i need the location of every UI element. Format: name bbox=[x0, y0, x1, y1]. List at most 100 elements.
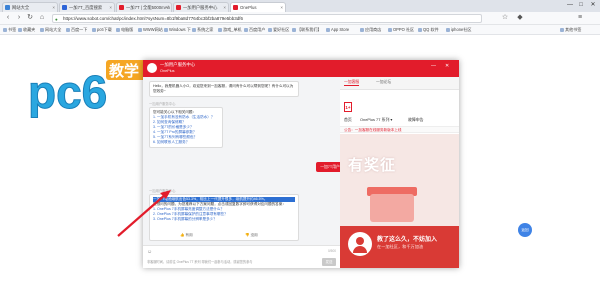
nav-report[interactable]: 故障申告 bbox=[408, 117, 424, 123]
close-icon[interactable]: ✕ bbox=[445, 63, 449, 69]
oneplus-favicon-icon bbox=[119, 5, 124, 10]
bookmark-item[interactable]: WWW网站 bbox=[138, 26, 163, 34]
char-count: 0/500 bbox=[328, 249, 336, 253]
back-icon[interactable]: ‹ bbox=[3, 13, 13, 23]
bookmark-item[interactable]: 应用商店 bbox=[360, 26, 381, 34]
back-to-top-button[interactable]: 返回 bbox=[518, 223, 532, 237]
tab-site-directory[interactable]: 网站大全 × bbox=[2, 2, 58, 12]
tab-oneplus-7t[interactable]: 一加7T | 全能5000mAh × bbox=[116, 2, 172, 12]
chat-title: 一加用户服务中心 bbox=[160, 62, 196, 67]
useful-button[interactable]: 👍 有用 bbox=[180, 233, 193, 238]
promo-banner[interactable]: 有奖征 教了这么久，不妨加入 在一加社区，和千万加油 bbox=[340, 134, 459, 268]
baidu-favicon-icon bbox=[62, 5, 67, 10]
menu-icon[interactable]: ≡ bbox=[575, 13, 585, 23]
side-tabs: 一加客服 一加论坛 bbox=[340, 77, 459, 90]
bookmark-item[interactable]: QQ 软件 bbox=[418, 26, 439, 34]
star-icon[interactable]: ☆ bbox=[500, 13, 510, 23]
answer-message: 一加7T电池续航出色53.3%，相比上一代提升很多，续航提升约46.5%。 您想… bbox=[149, 194, 299, 241]
sender-label: 一加用户服务中心 bbox=[149, 102, 176, 106]
home-icon[interactable]: ⌂ bbox=[37, 13, 47, 23]
nav-oneplus-7t[interactable]: OnePlus 7T 系列 ▾ bbox=[360, 117, 392, 123]
faq-message: 您可能关心以下相关问题： 1. 一加手机有没有防水（生活防水）？ 2. 如何查询… bbox=[149, 107, 223, 148]
bookmark-item[interactable]: 百度用户 bbox=[244, 26, 265, 34]
gift-box bbox=[370, 194, 414, 222]
bookmark-item[interactable]: App Store bbox=[326, 26, 349, 34]
chat-input-placeholder: 非客服时间，请前往 OnePlus 7T 系列 帮我们一起参与活动，感谢您的参与 bbox=[147, 260, 253, 264]
close-icon[interactable]: × bbox=[52, 3, 55, 12]
browser-window: 网站大全 × 一加7T_百度搜索 × 一加7T | 全能5000mAh × 一加… bbox=[0, 0, 600, 298]
user-message: 一加7T用户 bbox=[316, 162, 340, 172]
tab-label: 一加7T_百度搜索 bbox=[69, 5, 103, 10]
close-icon[interactable]: × bbox=[109, 3, 112, 12]
tab-label: 网站大全 bbox=[12, 5, 30, 10]
useless-label: 没用 bbox=[250, 233, 258, 237]
url-text: https://www.sobot.com/chat/pc/index.html… bbox=[63, 16, 243, 21]
chat-window: 一加用户服务中心 OnePlus — ✕ Hello，我是机器人小O，欢迎您来到… bbox=[143, 60, 459, 268]
avatar bbox=[147, 63, 157, 73]
minimize-button[interactable]: — bbox=[565, 1, 575, 10]
oneplus-logo: 1+ bbox=[344, 102, 352, 112]
forward-icon[interactable]: › bbox=[14, 13, 24, 23]
bookmark-item[interactable]: pc6下载 bbox=[92, 26, 112, 34]
bookmark-item[interactable]: 书签 bbox=[3, 26, 16, 34]
bookmarks-bar: 书签 收藏夹 网站大全 百度一下 pc6下载 电脑版 WWW网站 Windows… bbox=[0, 25, 600, 35]
bookmark-item[interactable]: 其他书签 bbox=[560, 26, 581, 34]
nav-home[interactable]: 首页 bbox=[344, 117, 352, 123]
minimize-icon[interactable]: — bbox=[431, 63, 436, 69]
tab-oneplus[interactable]: OnePlus × bbox=[230, 2, 286, 12]
banner-subtitle: 在一加社区，和千万加油 bbox=[377, 244, 424, 249]
maximize-button[interactable]: □ bbox=[576, 1, 586, 10]
send-button[interactable]: 发送 bbox=[322, 258, 336, 266]
bookmark-item[interactable]: 收藏夹 bbox=[18, 26, 35, 34]
bookmark-item[interactable]: Windows 下 bbox=[164, 26, 191, 34]
side-panel: 一加客服 一加论坛 1+ 首页 OnePlus 7T 系列 ▾ 故障申告 公告：… bbox=[340, 77, 459, 268]
emoji-icon[interactable]: ☺ bbox=[147, 249, 152, 255]
logo-badge-text: 教学 bbox=[108, 62, 139, 80]
close-icon[interactable]: × bbox=[166, 3, 169, 12]
bookmark-item[interactable]: 网站大全 bbox=[40, 26, 61, 34]
answer-link[interactable]: 3. OnePlus 7手机屏幕的分辨率是多少？ bbox=[153, 217, 295, 222]
address-bar: ‹ › ↻ ⌂ ● https://www.sobot.com/chat/pc/… bbox=[0, 12, 600, 25]
reload-icon[interactable]: ↻ bbox=[25, 13, 35, 23]
bookmark-item[interactable]: 【联系我们】 bbox=[292, 26, 322, 34]
message-list[interactable]: Hello，我是机器人小O，欢迎您来到一加客服，请问有什么可以帮到您呢？有什么可… bbox=[143, 77, 340, 245]
tab-customer-service[interactable]: 一加客服 bbox=[344, 80, 360, 86]
extension-icon[interactable]: ◆ bbox=[515, 13, 525, 23]
bookmark-item[interactable]: iphone社区 bbox=[446, 26, 471, 34]
tab-service-center[interactable]: 一加用户服务中心 × bbox=[173, 2, 229, 12]
oneplus-favicon-icon bbox=[176, 5, 181, 10]
useless-button[interactable]: 👎 没用 bbox=[245, 233, 258, 238]
chat-input-area[interactable]: ☺ 0/500 非客服时间，请前往 OnePlus 7T 系列 帮我们一起参与活… bbox=[143, 245, 340, 268]
notice-bar[interactable]: 公告：一加客服在线服务新版本上线 bbox=[340, 126, 459, 133]
bookmark-item[interactable]: 爱好社区 bbox=[268, 26, 289, 34]
tab-bar: 网站大全 × 一加7T_百度搜索 × 一加7T | 全能5000mAh × 一加… bbox=[0, 0, 600, 12]
tab-forum[interactable]: 一加论坛 bbox=[376, 80, 391, 85]
close-icon[interactable]: × bbox=[223, 3, 226, 12]
banner-headline: 有奖征 bbox=[348, 157, 397, 174]
banner-title: 教了这么久，不妨加入 bbox=[377, 237, 438, 243]
close-window-button[interactable]: ✕ bbox=[588, 1, 598, 10]
bookmark-item[interactable]: 百度一下 bbox=[66, 26, 87, 34]
faq-link[interactable]: 6. 如何联系人工服务？ bbox=[153, 140, 219, 145]
chat-subtitle: OnePlus bbox=[160, 69, 175, 73]
logo-text: pc6 bbox=[28, 66, 107, 118]
greeting-message: Hello，我是机器人小O，欢迎您来到一加客服，请问有什么可以帮到您呢？有什么可… bbox=[149, 81, 299, 97]
tab-label: OnePlus bbox=[240, 5, 257, 10]
chat-conversation: Hello，我是机器人小O，欢迎您来到一加客服，请问有什么可以帮到您呢？有什么可… bbox=[143, 77, 340, 268]
lock-icon: ● bbox=[55, 17, 58, 22]
bookmark-item[interactable]: OPPO 社区 bbox=[388, 26, 414, 34]
chat-header: 一加用户服务中心 OnePlus — ✕ bbox=[143, 60, 459, 77]
tab-label: 一加7T | 全能5000mAh bbox=[126, 5, 171, 10]
url-field[interactable]: ● https://www.sobot.com/chat/pc/index.ht… bbox=[52, 14, 482, 23]
sender-label: 一加用户服务中心 bbox=[149, 189, 176, 193]
greeting-text: Hello，我是机器人小O，欢迎您来到一加客服，请问有什么可以帮到您呢？有什么可… bbox=[153, 84, 294, 93]
tab-baidu-search[interactable]: 一加7T_百度搜索 × bbox=[59, 2, 115, 12]
bookmark-item[interactable]: 电脑版 bbox=[116, 26, 133, 34]
close-icon[interactable]: × bbox=[280, 3, 283, 12]
user-icon bbox=[348, 232, 372, 256]
bookmark-item[interactable]: 系统之家 bbox=[192, 26, 213, 34]
bookmark-item[interactable]: 游戏_单机 bbox=[218, 26, 242, 34]
oneplus-favicon-icon bbox=[233, 5, 238, 10]
site-favicon-icon bbox=[5, 5, 10, 10]
tab-label: 一加用户服务中心 bbox=[183, 5, 218, 10]
